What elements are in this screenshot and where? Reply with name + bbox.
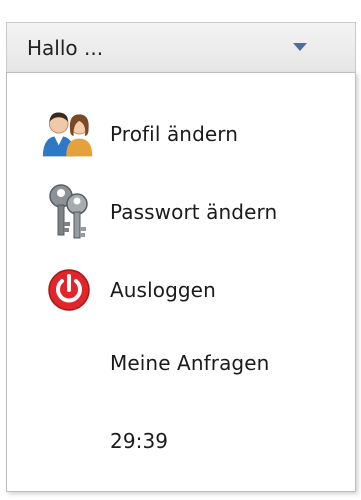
- user-dropdown-header[interactable]: Hallo ...: [6, 22, 356, 72]
- chevron-down-icon[interactable]: [293, 43, 307, 51]
- menu-item-logout[interactable]: Ausloggen: [7, 262, 355, 318]
- greeting-label: Hallo ...: [27, 35, 104, 60]
- user-menu-panel: Profil ändern Passwort ändern Ausloggen …: [6, 72, 356, 492]
- session-timer-value: 29:39: [110, 429, 169, 453]
- change-password-label: Passwort ändern: [110, 200, 278, 224]
- logout-label: Ausloggen: [110, 278, 216, 302]
- power-icon: [41, 262, 97, 318]
- menu-item-my-requests[interactable]: Meine Anfragen: [7, 335, 355, 391]
- menu-item-change-password[interactable]: Passwort ändern: [7, 184, 355, 240]
- menu-item-edit-profile[interactable]: Profil ändern: [7, 106, 355, 162]
- users-icon: [41, 106, 97, 162]
- session-timer: 29:39: [7, 413, 355, 469]
- keys-icon: [41, 184, 97, 240]
- edit-profile-label: Profil ändern: [110, 122, 239, 146]
- my-requests-label: Meine Anfragen: [110, 351, 270, 375]
